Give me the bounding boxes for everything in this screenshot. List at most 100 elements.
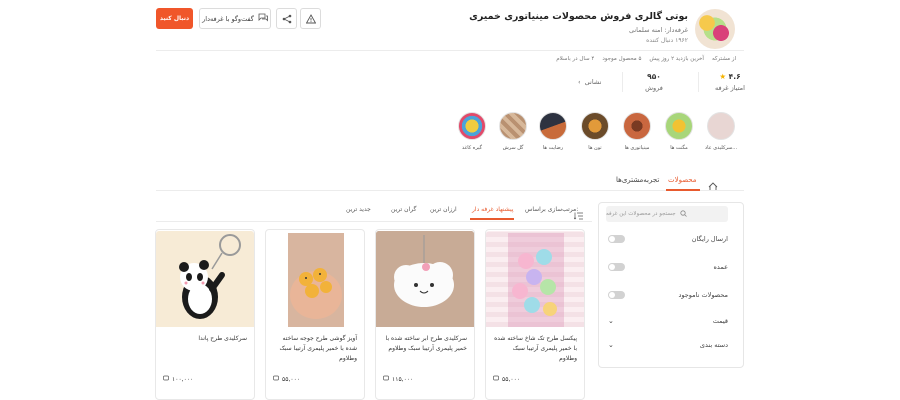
search-placeholder: جستجو در محصولات این غرفه: [606, 211, 676, 217]
active-tab-indicator: [666, 189, 700, 191]
tab-customer-reviews[interactable]: تجربه‌مشتری‌ها: [616, 176, 659, 184]
currency-icon: [383, 375, 389, 383]
product-image: [266, 231, 364, 327]
category-image: [581, 112, 609, 140]
out-of-stock-filter[interactable]: محصولات ناموجود: [608, 289, 728, 301]
category-filter[interactable]: ⌄ دسته بندی: [608, 339, 728, 351]
category-label: گل سرش: [502, 145, 524, 151]
product-image: [376, 231, 474, 327]
category-label: تون ها: [588, 145, 602, 151]
meta-member: از مشترکه: [711, 56, 736, 62]
tabs-divider: [156, 190, 744, 191]
price-value: ۱۰۰,۰۰۰: [172, 375, 194, 383]
category-image: [623, 112, 651, 140]
currency-icon: [273, 375, 279, 383]
chat-with-seller-button[interactable]: گفت‌وگو با غرفه‌دار: [199, 8, 271, 29]
category-item[interactable]: مگنت ها: [657, 112, 701, 151]
meta-age: ۴ سال در باسلام: [556, 56, 595, 62]
chevron-down-icon: ⌄: [608, 317, 614, 325]
address-label: نشانی: [584, 78, 602, 86]
sort-option-newest[interactable]: جدید ترین: [346, 206, 371, 213]
price-value: ۵۵,۰۰۰: [282, 375, 301, 383]
category-image: [539, 112, 567, 140]
rating-stat: ★ ۴.۶ امتیاز غرفه: [712, 72, 748, 92]
free-shipping-filter[interactable]: ارسال رایگان: [608, 233, 728, 245]
wholesale-toggle[interactable]: [608, 263, 625, 271]
search-icon: [680, 209, 687, 219]
sort-option-most-expensive[interactable]: گران ترین: [391, 206, 416, 213]
category-label: مگنت ها: [670, 145, 688, 151]
category-label: مینیاتوری ها: [624, 145, 650, 151]
product-image: [156, 231, 254, 327]
header-divider: [156, 50, 744, 51]
meta-last-visit: آخرین بازدید ۲ روز پیش: [649, 56, 704, 62]
product-price: ۵۵,۰۰۰: [273, 375, 300, 383]
category-image: [707, 112, 735, 140]
product-name: سرکلیدی طرح ابر ساخته شده با خمیر پلیمری…: [385, 335, 467, 352]
address-link[interactable]: ‹ نشانی: [578, 78, 601, 86]
category-label: سرکلیدی عاد...: [704, 145, 738, 151]
sort-option-cheapest[interactable]: ارزان ترین: [430, 206, 457, 213]
free-shipping-toggle[interactable]: [608, 235, 625, 243]
category-item[interactable]: گیره کاغذ: [450, 112, 494, 151]
out-of-stock-toggle[interactable]: [608, 291, 625, 299]
follower-count: ۱۹۶۲ دنبال کننده: [646, 37, 688, 44]
sort-divider: [156, 221, 592, 222]
category-image: [499, 112, 527, 140]
price-filter-label: قیمت: [712, 317, 728, 325]
category-filter-label: دسته بندی: [699, 341, 728, 349]
stat-divider: [698, 72, 699, 92]
product-image: [486, 231, 584, 327]
chevron-left-icon: ‹: [578, 78, 581, 86]
product-name: پیکسل طرح تک شاخ ساخته شده با خمیر پلیمر…: [494, 335, 577, 362]
star-icon: ★: [719, 72, 727, 81]
stat-divider: [622, 72, 623, 92]
product-card[interactable]: سرکلیدی طرح پاندا ۱۰۰,۰۰۰: [155, 229, 255, 400]
wholesale-filter[interactable]: عمده: [608, 261, 728, 273]
follow-button[interactable]: دنبال کنید: [156, 8, 193, 29]
product-name: آویز گوشی طرح جوجه ساخته شده با خمیر پلی…: [279, 335, 358, 362]
home-tab[interactable]: [708, 176, 718, 195]
sales-value: ۹۵۰: [647, 72, 661, 81]
sort-option-seller-suggested[interactable]: پیشنهاد غرفه دار: [472, 206, 514, 213]
category-image: [665, 112, 693, 140]
category-item[interactable]: رضایت ها: [531, 112, 575, 151]
shop-title: بوتی گالری فروش محصولات مینیاتوری خمیری: [469, 11, 688, 22]
category-item[interactable]: سرکلیدی عاد...: [699, 112, 743, 151]
product-card[interactable]: آویز گوشی طرح جوجه ساخته شده با خمیر پلی…: [265, 229, 365, 400]
category-item[interactable]: تون ها: [573, 112, 617, 151]
product-price: ۱۰۰,۰۰۰: [163, 375, 193, 383]
shop-meta-row: از مشترکه آخرین بازدید ۲ روز پیش ۵ محصول…: [556, 56, 736, 62]
share-icon: [282, 9, 292, 28]
category-item[interactable]: مینیاتوری ها: [615, 112, 659, 151]
product-card[interactable]: پیکسل طرح تک شاخ ساخته شده با خمیر پلیمر…: [485, 229, 585, 400]
shop-avatar[interactable]: [695, 9, 735, 49]
category-label: رضایت ها: [542, 145, 564, 151]
currency-icon: [163, 375, 169, 383]
share-button[interactable]: [276, 8, 297, 29]
rating-label: امتیاز غرفه: [715, 84, 745, 92]
product-price: ۱۱۵,۰۰۰: [383, 375, 413, 383]
product-card[interactable]: سرکلیدی طرح ابر ساخته شده با خمیر پلیمری…: [375, 229, 475, 400]
free-shipping-label: ارسال رایگان: [691, 235, 728, 243]
chat-button-label: گفت‌وگو با غرفه‌دار: [202, 14, 254, 23]
active-sort-indicator: [470, 218, 514, 220]
chevron-down-icon: ⌄: [608, 341, 614, 349]
shop-owner: غرفه‌دار: امنه سلمانی: [628, 26, 688, 34]
warning-icon: [305, 9, 316, 28]
tab-products[interactable]: محصولات: [668, 176, 697, 184]
rating-value: ۴.۶: [728, 72, 741, 81]
category-label: گیره کاغذ: [462, 145, 482, 151]
product-name: سرکلیدی طرح پاندا: [198, 335, 247, 342]
chat-icon: [258, 13, 268, 24]
product-price: ۵۵,۰۰۰: [493, 375, 520, 383]
wholesale-label: عمده: [713, 263, 728, 271]
shop-search-input[interactable]: جستجو در محصولات این غرفه: [606, 206, 728, 222]
report-button[interactable]: [300, 8, 321, 29]
price-filter[interactable]: ⌄ قیمت: [608, 315, 728, 327]
price-value: ۱۱۵,۰۰۰: [392, 375, 414, 383]
category-item[interactable]: گل سرش: [491, 112, 535, 151]
sort-label: مرتب‌سازی براساس:: [525, 206, 579, 213]
category-image: [458, 112, 486, 140]
home-icon: [708, 176, 718, 195]
